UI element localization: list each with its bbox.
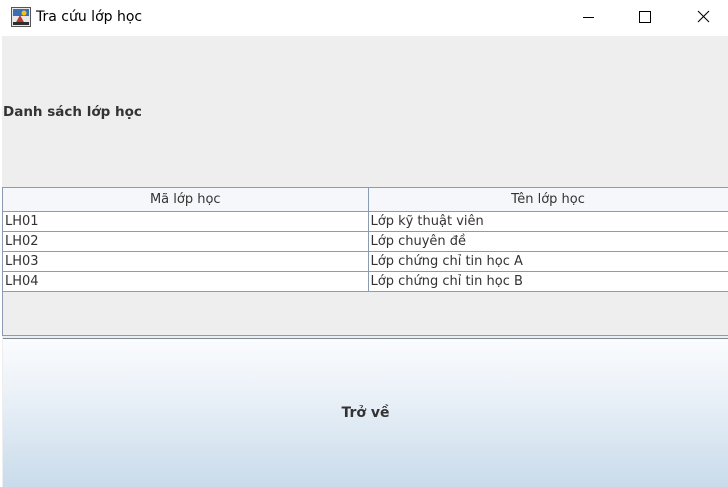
column-header-class-id[interactable]: Mã lớp học [3,188,369,212]
window-title: Tra cứu lớp học [36,9,143,25]
title-bar[interactable]: Tra cứu lớp học [0,0,728,36]
cell-class-name[interactable]: Lớp chứng chỉ tin học A [368,251,728,272]
cell-class-name[interactable]: Lớp chuyên đề [368,231,728,252]
page-title: Danh sách lớp học [3,104,142,120]
cell-class-id[interactable]: LH04 [3,271,369,292]
java-app-icon [11,7,31,27]
close-icon [697,10,710,23]
back-button[interactable]: Trở về [3,338,728,487]
cell-class-name[interactable]: Lớp chứng chỉ tin học B [368,271,728,292]
app-window: Tra cứu lớp học Danh sách lớp học Mã lớp… [0,0,728,487]
column-header-class-name[interactable]: Tên lớp học [368,188,728,212]
table-row[interactable]: LH02 Lớp chuyên đề [3,231,728,252]
table-row[interactable]: LH03 Lớp chứng chỉ tin học A [3,251,728,272]
table-row[interactable]: LH01 Lớp kỹ thuật viên [3,211,728,232]
minimize-button[interactable] [566,0,612,34]
cell-class-id[interactable]: LH01 [3,211,369,232]
cell-class-id[interactable]: LH03 [3,251,369,272]
minimize-icon [583,17,594,18]
table-header-row: Mã lớp học Tên lớp học [3,188,728,212]
table-row[interactable]: LH04 Lớp chứng chỉ tin học B [3,271,728,292]
maximize-button[interactable] [622,0,668,34]
class-table: Mã lớp học Tên lớp học LH01 Lớp kỹ thuật… [3,188,728,292]
cell-class-id[interactable]: LH02 [3,231,369,252]
cell-class-name[interactable]: Lớp kỹ thuật viên [368,211,728,232]
close-button[interactable] [680,0,726,34]
content-panel: Danh sách lớp học Mã lớp học Tên lớp học… [2,36,728,487]
back-button-label: Trở về [341,405,390,421]
maximize-icon [639,11,651,23]
class-table-container[interactable]: Mã lớp học Tên lớp học LH01 Lớp kỹ thuật… [2,187,728,336]
